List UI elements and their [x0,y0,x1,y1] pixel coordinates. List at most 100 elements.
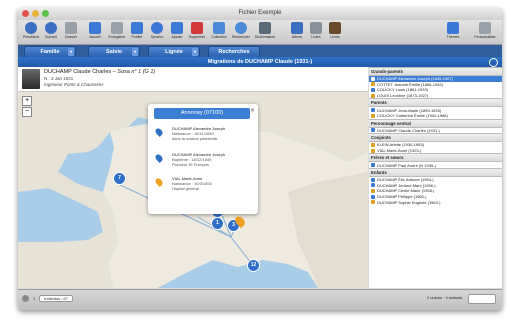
female-icon [371,142,375,147]
back-arrow-icon [25,22,37,34]
tab-label: Recherches [218,49,250,55]
status-counts: 2 unions · 4 enfants [426,295,462,300]
person-link: DUCHAMP Jean-Marie (1899-1933) [377,107,442,113]
chevron-down-icon[interactable]: ▾ [192,48,198,56]
index-select[interactable]: Individus : 67 [39,295,73,302]
tab-label: Saisie [106,49,122,55]
section-header: Conjoints [369,133,502,143]
list-item[interactable]: DUCHAMP Sophie Eugénie (1963-) [369,199,502,205]
person-link: DUCHAMP Philippe (1960-) [377,194,427,200]
female-icon [371,93,375,98]
popup-entry-line: Hôpital général [172,186,199,191]
tab-label: Lignée [165,49,183,55]
toolbar-label: Publier [131,35,143,39]
search-icon [235,22,247,34]
map-marker-cluster[interactable]: 1 [211,217,224,231]
panel-title-text: Migrations de DUCHAMP Claude (1931-) [207,59,313,65]
map-marker-cluster[interactable]: 7 [113,172,126,186]
zoom-in-button[interactable]: + [22,96,32,106]
popup-entry: DUCHAMP Alexandre Joseph Naissance : 18/… [154,126,254,141]
male-icon [371,128,375,133]
male-icon [371,183,375,188]
app-window: Fichier Exemple Précédent Suivant Dossie… [18,8,502,310]
save-icon [111,22,123,34]
marker-count: 1 [211,217,224,230]
toolbar-home-button[interactable]: Accueil [84,21,106,39]
person-pin-icon [154,177,164,187]
male-icon [371,108,375,113]
marker-count: 7 [113,172,126,185]
toolbar-save-button[interactable]: Enregistrer [106,21,128,39]
panel-title: Migrations de DUCHAMP Claude (1931-) [18,57,502,67]
female-icon [371,148,375,153]
dictionary-icon [259,22,271,34]
toolbar-search-button[interactable]: Rechercher [230,21,252,39]
person-link: DUCHAMP Paul André (N 1935-) [377,162,436,168]
family-sidebar: Grands-parents DUCHAMP Alexandre Joseph … [369,67,502,288]
male-icon [371,76,375,81]
toolbar-add-button[interactable]: Ajouter [166,21,188,39]
alps-land [288,172,368,288]
toolbar: Précédent Suivant Dossier Accueil Enregi… [18,20,502,45]
person-link: DUCHAMP Jérôme Marc (1956-) [377,182,436,188]
toolbar-customize-button[interactable]: Personnaliser [470,21,500,39]
toolbar-label: Suivant [45,35,57,39]
section-header: Enfants [369,167,502,177]
toolbar-sync-button[interactable]: Synchro [146,21,168,39]
male-icon [371,177,375,182]
toolbar-books-button[interactable]: Livres [324,21,346,39]
popup-entry: DUCHAMP Alexandre Joseph Baptême : 18/12… [154,152,254,167]
marker-count: 12 [247,259,260,272]
person-link: DUCHAMP Cécile Marie (1958-) [377,188,435,194]
status-bar: 1 Individus : 67 2 unions · 4 enfants [18,289,502,310]
chevron-down-icon[interactable]: ▾ [132,48,138,56]
toolbar-label: Livres [330,35,340,39]
toolbar-label: Précédent [23,35,39,39]
toolbar-delete-button[interactable]: Supprimer [186,21,208,39]
zoom-out-button[interactable]: − [22,107,32,117]
toolbar-themes-button[interactable]: Thèmes [442,21,464,39]
zoom-controls: + − [22,96,32,117]
window-title: Fichier Exemple [238,10,282,16]
person-link: DUCHAMP Sophie Eugénie (1963-) [377,199,441,205]
toolbar-publish-button[interactable]: Publier [126,21,148,39]
toolbar-label: Ajouter [171,35,183,39]
toolbar-label: Dictionnaires [254,35,276,39]
person-link: DUCHAMP Alexandre Joseph (1849-1907) [377,76,453,82]
toolbar-dictionaries-button[interactable]: Dictionnaires [254,21,276,39]
male-icon [371,87,375,92]
close-icon[interactable]: ✕ [250,107,255,114]
tree-icon [291,22,303,34]
map-marker-cluster[interactable]: 12 [247,259,260,273]
person-link: VIAL Marie-Anne (1923-) [377,148,422,154]
sync-icon [151,22,163,34]
status-zoom: 1 [33,296,36,301]
toolbar-forward-button[interactable]: Suivant [40,21,62,39]
popup-entry: VIAL Marie-Anne Naissance : 10/3/1855 Hô… [154,176,254,191]
toolbar-label: Dossier [65,35,77,39]
publish-icon [131,22,143,34]
section-header: Personnage central [369,118,502,128]
status-left: 1 Individus : 67 [22,295,73,302]
female-icon [371,82,375,87]
location-popup: Annonay (07100) ✕ DUCHAMP Alexandre Jose… [148,104,258,214]
forward-arrow-icon [45,22,57,34]
male-icon [371,194,375,199]
list-icon [310,22,322,34]
female-icon [371,200,375,205]
male-icon [371,163,375,168]
popup-entry-line: dans la maison paternelle [172,136,218,141]
chevron-down-icon[interactable]: ▾ [68,48,74,56]
toolbar-label: Enregistrer [108,35,126,39]
toolbar-folder-button[interactable]: Dossier [60,21,82,39]
toolbar-back-button[interactable]: Précédent [20,21,42,39]
gear-icon[interactable] [22,295,29,302]
person-profession: Ingénieur Ponts & Chaussées [44,82,104,87]
toolbar-collection-button[interactable]: Collection [208,21,230,39]
person-pin-icon [154,127,164,137]
search-icon[interactable] [489,58,498,67]
section-header: Parents [369,98,502,108]
book-icon [329,22,341,34]
home-icon [89,22,101,34]
status-slider[interactable] [468,294,496,304]
